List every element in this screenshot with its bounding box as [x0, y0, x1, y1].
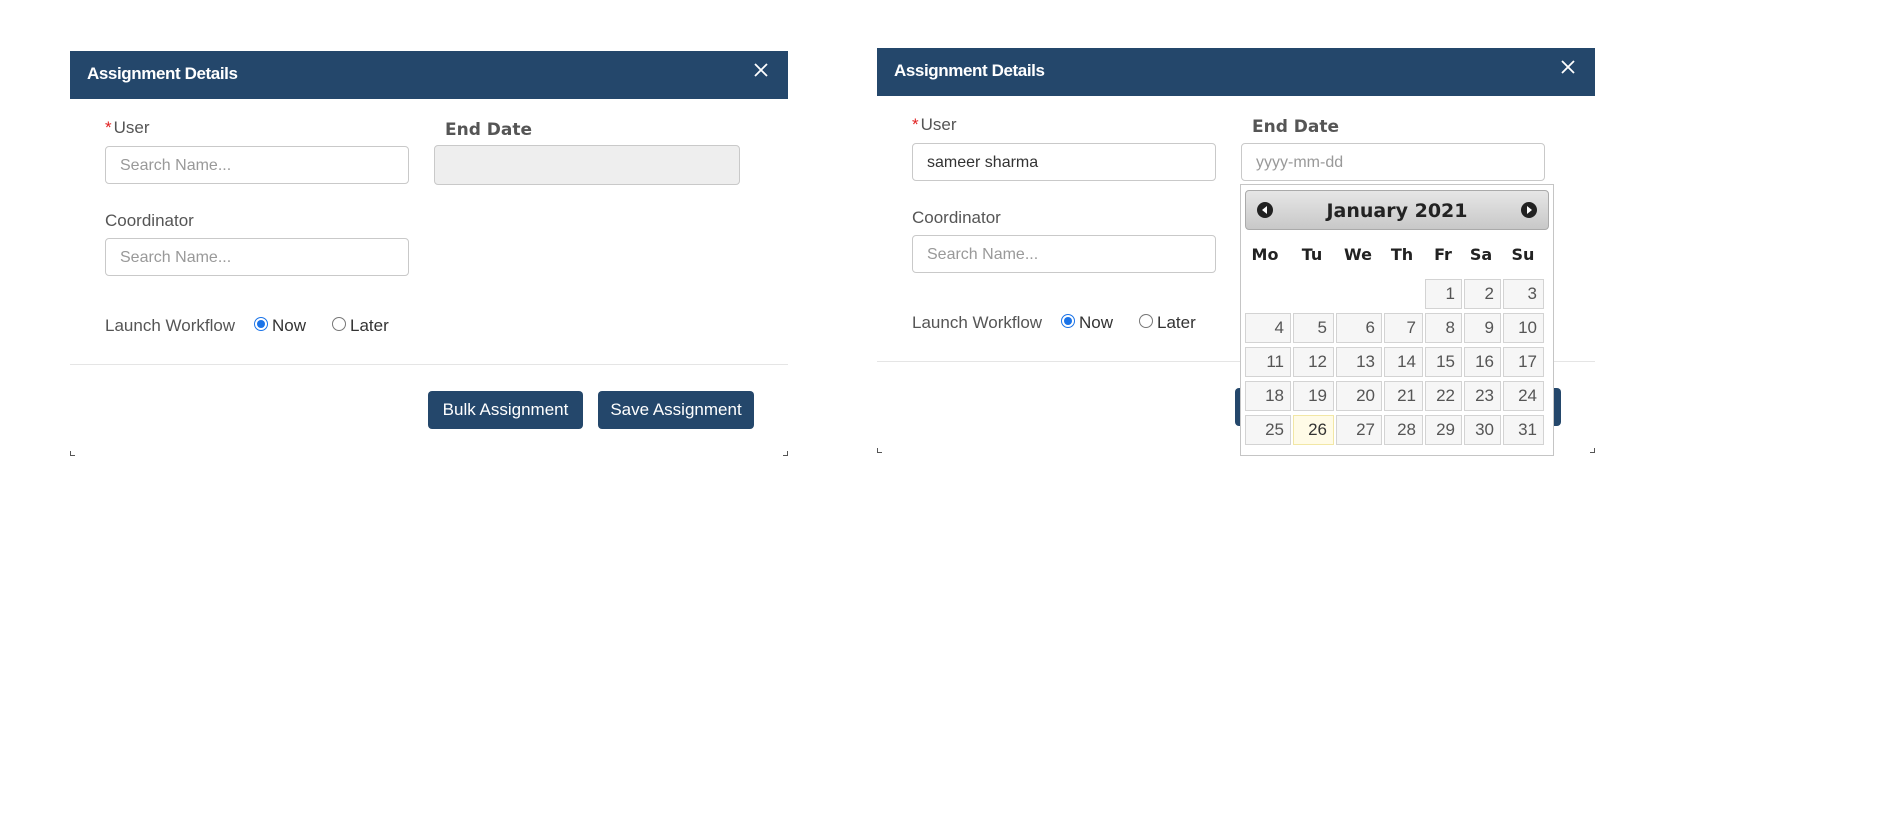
corner-mark [783, 451, 788, 456]
datepicker-popup: January 2021 Mo Tu We Th Fr Sa Su 1 2 3 4 5 6 7 8 9 10 1… [1240, 184, 1554, 456]
calendar-day[interactable]: 16 [1464, 347, 1501, 377]
calendar-day[interactable]: 17 [1503, 347, 1544, 377]
weekday-header: Sa [1469, 245, 1493, 264]
radio-later[interactable] [1139, 314, 1153, 328]
calendar-day[interactable]: 27 [1336, 415, 1382, 445]
coordinator-label: Coordinator [105, 211, 194, 230]
calendar-day[interactable]: 23 [1464, 381, 1501, 411]
calendar-day[interactable]: 25 [1245, 415, 1291, 445]
calendar-day[interactable]: 19 [1293, 381, 1334, 411]
end-date-label: End Date [445, 120, 533, 140]
calendar-day[interactable]: 18 [1245, 381, 1291, 411]
calendar-day[interactable]: 7 [1384, 313, 1423, 343]
next-month-icon[interactable] [1521, 202, 1537, 218]
required-mark: * [105, 118, 112, 137]
weekday-header: We [1344, 245, 1372, 264]
calendar-day[interactable]: 12 [1293, 347, 1334, 377]
datepicker-header: January 2021 [1245, 190, 1549, 230]
calendar-day[interactable]: 26 [1293, 415, 1334, 445]
calendar-day[interactable]: 31 [1503, 415, 1544, 445]
coordinator-label: Coordinator [912, 208, 1001, 227]
radio-now-label: Now [272, 316, 307, 335]
calendar-day[interactable]: 28 [1384, 415, 1423, 445]
dialog-header: Assignment Details [877, 48, 1595, 96]
calendar-day[interactable]: 10 [1503, 313, 1544, 343]
calendar-day[interactable]: 29 [1425, 415, 1462, 445]
calendar-day[interactable]: 14 [1384, 347, 1423, 377]
calendar-day[interactable]: 3 [1503, 279, 1544, 309]
weekday-header: Su [1511, 245, 1535, 264]
close-icon[interactable] [1555, 54, 1581, 80]
coordinator-search-input[interactable]: Search Name... [105, 238, 409, 276]
calendar-day[interactable]: 15 [1425, 347, 1462, 377]
datepicker-month-year: January 2021 [1326, 200, 1468, 222]
assignment-dialog-left: Assignment Details * User Search Name... … [70, 51, 788, 457]
calendar-day[interactable]: 13 [1336, 347, 1382, 377]
dialog-title: Assignment Details [894, 61, 1045, 80]
corner-mark [70, 451, 75, 456]
user-search-input[interactable]: sameer sharma [912, 143, 1216, 181]
radio-later-label: Later [350, 316, 389, 335]
launch-workflow-label: Launch Workflow [105, 316, 236, 335]
weekday-header: Mo [1251, 245, 1279, 264]
bulk-assignment-button[interactable]: Bulk Assignment [428, 391, 583, 429]
end-date-label: End Date [1252, 117, 1340, 137]
coordinator-search-input[interactable]: Search Name... [912, 235, 1216, 273]
radio-now[interactable] [1061, 314, 1075, 328]
calendar-day[interactable]: 24 [1503, 381, 1544, 411]
radio-later[interactable] [332, 317, 346, 331]
end-date-input[interactable]: yyyy-mm-dd [1241, 143, 1545, 181]
radio-later-label: Later [1157, 313, 1196, 332]
user-label-text: User [113, 118, 150, 137]
calendar-day[interactable]: 20 [1336, 381, 1382, 411]
corner-mark [1590, 448, 1595, 453]
calendar-day[interactable]: 11 [1245, 347, 1291, 377]
footer-divider [70, 364, 788, 365]
weekday-header: Tu [1301, 245, 1323, 264]
user-label: * User [912, 115, 957, 135]
calendar-day[interactable]: 2 [1464, 279, 1501, 309]
launch-workflow-label: Launch Workflow [912, 313, 1043, 332]
calendar-day[interactable]: 9 [1464, 313, 1501, 343]
corner-mark [877, 448, 882, 453]
calendar-day[interactable]: 1 [1425, 279, 1462, 309]
calendar-day[interactable]: 21 [1384, 381, 1423, 411]
dialog-title: Assignment Details [87, 64, 238, 83]
calendar-day[interactable]: 5 [1293, 313, 1334, 343]
end-date-input [434, 145, 740, 185]
radio-now-label: Now [1079, 313, 1114, 332]
calendar-day[interactable]: 22 [1425, 381, 1462, 411]
calendar-day[interactable]: 6 [1336, 313, 1382, 343]
user-search-input[interactable]: Search Name... [105, 146, 409, 184]
radio-now[interactable] [254, 317, 268, 331]
save-assignment-button[interactable]: Save Assignment [598, 391, 754, 429]
weekday-header: Fr [1434, 245, 1452, 264]
required-mark: * [912, 115, 919, 134]
calendar-day[interactable]: 4 [1245, 313, 1291, 343]
close-icon[interactable] [748, 57, 774, 83]
user-label-text: User [920, 115, 957, 134]
calendar-day[interactable]: 8 [1425, 313, 1462, 343]
weekday-header: Th [1390, 245, 1414, 264]
calendar-day[interactable]: 30 [1464, 415, 1501, 445]
user-label: * User [105, 118, 150, 138]
dialog-header: Assignment Details [70, 51, 788, 99]
